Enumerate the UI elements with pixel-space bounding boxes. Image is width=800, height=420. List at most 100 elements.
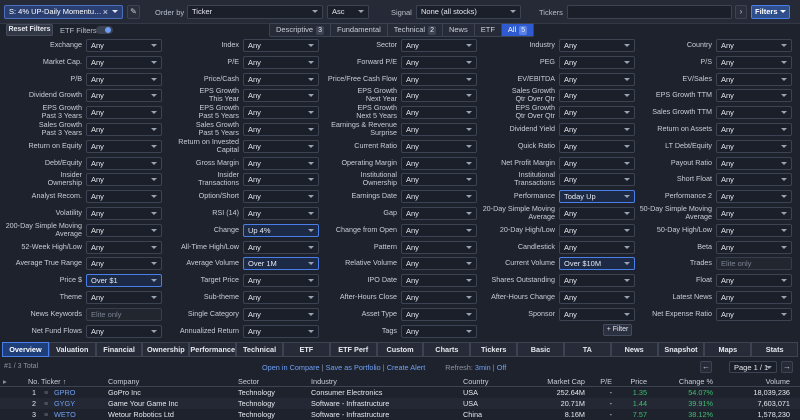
row-menu-icon[interactable]: ≡ xyxy=(44,399,48,408)
filter-select[interactable]: Any xyxy=(559,223,635,237)
view-tab-snapshot[interactable]: Snapshot xyxy=(657,342,705,357)
filter-select[interactable]: Any xyxy=(86,106,162,120)
filter-select[interactable]: Any xyxy=(716,291,792,304)
filter-select[interactable]: Any xyxy=(559,207,635,220)
view-tab-ownership[interactable]: Ownership xyxy=(142,342,190,357)
add-filter-button[interactable]: + Filter xyxy=(603,324,632,336)
filter-select[interactable]: Any xyxy=(716,55,792,69)
filter-select[interactable]: Any xyxy=(401,89,477,103)
filter-select[interactable]: Any xyxy=(401,39,477,52)
filter-select[interactable]: Any xyxy=(86,291,162,304)
reset-filters-button[interactable]: Reset Filters xyxy=(6,24,53,36)
view-tab-ta[interactable]: TA xyxy=(563,342,611,357)
filter-select[interactable]: Any xyxy=(86,240,162,254)
filter-select[interactable]: Any xyxy=(716,274,792,288)
view-tab-basic[interactable]: Basic xyxy=(517,342,564,357)
filter-select[interactable]: Any xyxy=(716,72,792,86)
tab-technical[interactable]: Technical 2 xyxy=(388,24,443,36)
view-tab-charts[interactable]: Charts xyxy=(423,342,471,357)
filter-select[interactable]: Any xyxy=(243,173,319,187)
column-header-p-e[interactable]: P/E xyxy=(600,377,612,386)
filter-select[interactable]: Any xyxy=(243,291,319,304)
filter-select[interactable]: Any xyxy=(401,291,477,304)
column-header-market-cap[interactable]: Market Cap xyxy=(547,377,585,386)
filter-select[interactable]: Any xyxy=(559,307,635,321)
filter-select[interactable]: Any xyxy=(401,274,477,288)
table-row[interactable]: ≡ 3 WETO Wetour Robotics Ltd Technology Softw… xyxy=(0,409,800,420)
filter-select[interactable]: Any xyxy=(243,324,319,338)
filter-select[interactable]: Any xyxy=(401,223,477,237)
filter-select[interactable]: Any xyxy=(559,72,635,86)
filter-select[interactable]: Any xyxy=(86,72,162,86)
column-header-industry[interactable]: Industry xyxy=(311,377,337,386)
filter-select[interactable]: Any xyxy=(716,307,792,321)
page-select[interactable]: Page 1 / 1 xyxy=(729,361,777,373)
view-tab-financial[interactable]: Financial xyxy=(95,342,143,357)
filter-select[interactable]: Elite only xyxy=(86,307,162,321)
tab-etf[interactable]: ETF xyxy=(475,24,502,36)
tickers-input[interactable] xyxy=(567,5,732,19)
filter-select[interactable]: Any xyxy=(716,139,792,153)
filter-select[interactable]: Any xyxy=(401,156,477,170)
filter-select[interactable]: Any xyxy=(401,307,477,321)
saved-screen-select[interactable]: S: 4% UP-Daily Momentu… × xyxy=(4,5,123,19)
filter-select[interactable]: Any xyxy=(86,207,162,220)
table-row[interactable]: ≡ 1 GPRO GoPro Inc Technology Consumer Electr… xyxy=(0,387,800,398)
filter-select[interactable]: Any xyxy=(86,173,162,187)
filter-select[interactable]: Any xyxy=(559,123,635,136)
filter-select[interactable]: Any xyxy=(243,106,319,120)
filter-select[interactable]: Any xyxy=(86,123,162,136)
filter-select[interactable]: Elite only xyxy=(716,257,792,271)
filter-select[interactable]: Any xyxy=(559,291,635,304)
view-tab-performance[interactable]: Performance xyxy=(189,342,237,357)
filter-select[interactable]: Any xyxy=(243,123,319,136)
filter-select[interactable]: Over $1 xyxy=(86,274,162,288)
filter-select[interactable]: Any xyxy=(243,156,319,170)
next-page-button[interactable]: → xyxy=(781,361,793,373)
view-tab-news[interactable]: News xyxy=(610,342,658,357)
filter-select[interactable]: Any xyxy=(559,106,635,120)
filter-select[interactable]: Any xyxy=(401,72,477,86)
filter-select[interactable]: Any xyxy=(716,207,792,220)
filter-select[interactable]: Any xyxy=(243,55,319,69)
filter-select[interactable]: Any xyxy=(243,89,319,103)
filter-select[interactable]: Any xyxy=(243,39,319,52)
filter-select[interactable]: Any xyxy=(243,274,319,288)
filter-select[interactable]: Any xyxy=(716,156,792,170)
refresh-3min-link[interactable]: 3min xyxy=(475,363,491,372)
filter-select[interactable]: Any xyxy=(559,139,635,153)
filter-select[interactable]: Any xyxy=(86,257,162,271)
view-tab-custom[interactable]: Custom xyxy=(376,342,424,357)
filter-select[interactable]: Any xyxy=(716,173,792,187)
filter-select[interactable]: Any xyxy=(716,89,792,103)
filter-select[interactable]: Any xyxy=(401,106,477,120)
column-header-country[interactable]: Country xyxy=(463,377,489,386)
filter-select[interactable]: Any xyxy=(86,55,162,69)
view-tab-maps[interactable]: Maps xyxy=(704,342,752,357)
column-header-ticker[interactable]: Ticker ↑ xyxy=(41,377,66,386)
view-tab-stats[interactable]: Stats xyxy=(751,342,799,357)
row-menu-icon[interactable]: ≡ xyxy=(44,410,48,419)
cell-ticker[interactable]: WETO xyxy=(54,410,76,419)
tab-fundamental[interactable]: Fundamental xyxy=(331,24,388,36)
filter-select[interactable]: Any xyxy=(401,173,477,187)
column-header-volume[interactable]: Volume xyxy=(766,377,790,386)
save-as-portfolio-link[interactable]: Save as Portfolio xyxy=(326,363,381,372)
refresh-off-link[interactable]: Off xyxy=(497,363,507,372)
filter-select[interactable]: Any xyxy=(716,123,792,136)
filter-select[interactable]: Any xyxy=(401,257,477,271)
tab-descriptive[interactable]: Descriptive 3 xyxy=(270,24,331,36)
column-header-sector[interactable]: Sector xyxy=(238,377,259,386)
table-row[interactable]: ≡ 2 GYGY Game Your Game Inc Technology Softwa… xyxy=(0,398,800,409)
signal-select[interactable]: None (all stocks) xyxy=(416,5,521,19)
cell-ticker[interactable]: GYGY xyxy=(54,399,75,408)
filter-select[interactable]: Any xyxy=(559,173,635,187)
filter-select[interactable]: Any xyxy=(86,139,162,153)
view-tab-etf-perf[interactable]: ETF Perf xyxy=(329,342,377,357)
filter-select[interactable]: Any xyxy=(401,190,477,204)
filter-select[interactable]: Any xyxy=(401,240,477,254)
filter-select[interactable]: Any xyxy=(86,39,162,52)
filter-select[interactable]: Any xyxy=(559,55,635,69)
open-in-compare-link[interactable]: Open in Compare xyxy=(262,363,320,372)
filter-select[interactable]: Any xyxy=(559,274,635,288)
